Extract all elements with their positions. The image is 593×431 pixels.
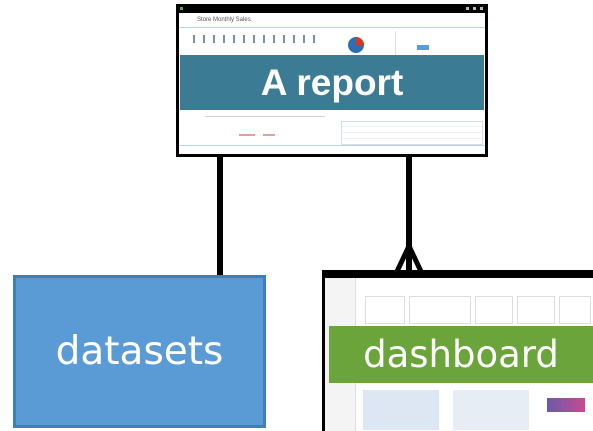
thumbnail-chart-tile <box>547 398 585 412</box>
thumbnail-card <box>417 45 429 50</box>
datasets-label: datasets <box>55 329 224 374</box>
pie-chart-icon <box>348 37 364 53</box>
thumbnail-map-tile <box>363 390 439 430</box>
thumbnail-red-text <box>239 134 255 136</box>
report-label: A report <box>180 55 484 110</box>
thumbnail-tile <box>517 296 555 324</box>
thumbnail-tile <box>409 296 471 324</box>
thumbnail-footer-rule <box>179 145 485 146</box>
thumbnail-tile <box>475 296 513 324</box>
thumbnail-red-text-2 <box>263 134 275 136</box>
thumbnail-map-tile <box>453 390 529 430</box>
thumbnail-tile <box>559 296 591 324</box>
thumbnail-table <box>341 121 483 145</box>
thumbnail-mini-bars <box>193 35 323 43</box>
datasets-node[interactable]: datasets <box>13 275 266 428</box>
thumbnail-tile <box>365 296 405 324</box>
thumbnail-header-rule <box>179 27 485 28</box>
dashboard-label: dashboard <box>329 326 593 383</box>
window-titlebar <box>179 6 485 12</box>
thumbnail-line-chart <box>205 116 325 117</box>
thumbnail-title: Store Monthly Sales <box>197 17 251 23</box>
